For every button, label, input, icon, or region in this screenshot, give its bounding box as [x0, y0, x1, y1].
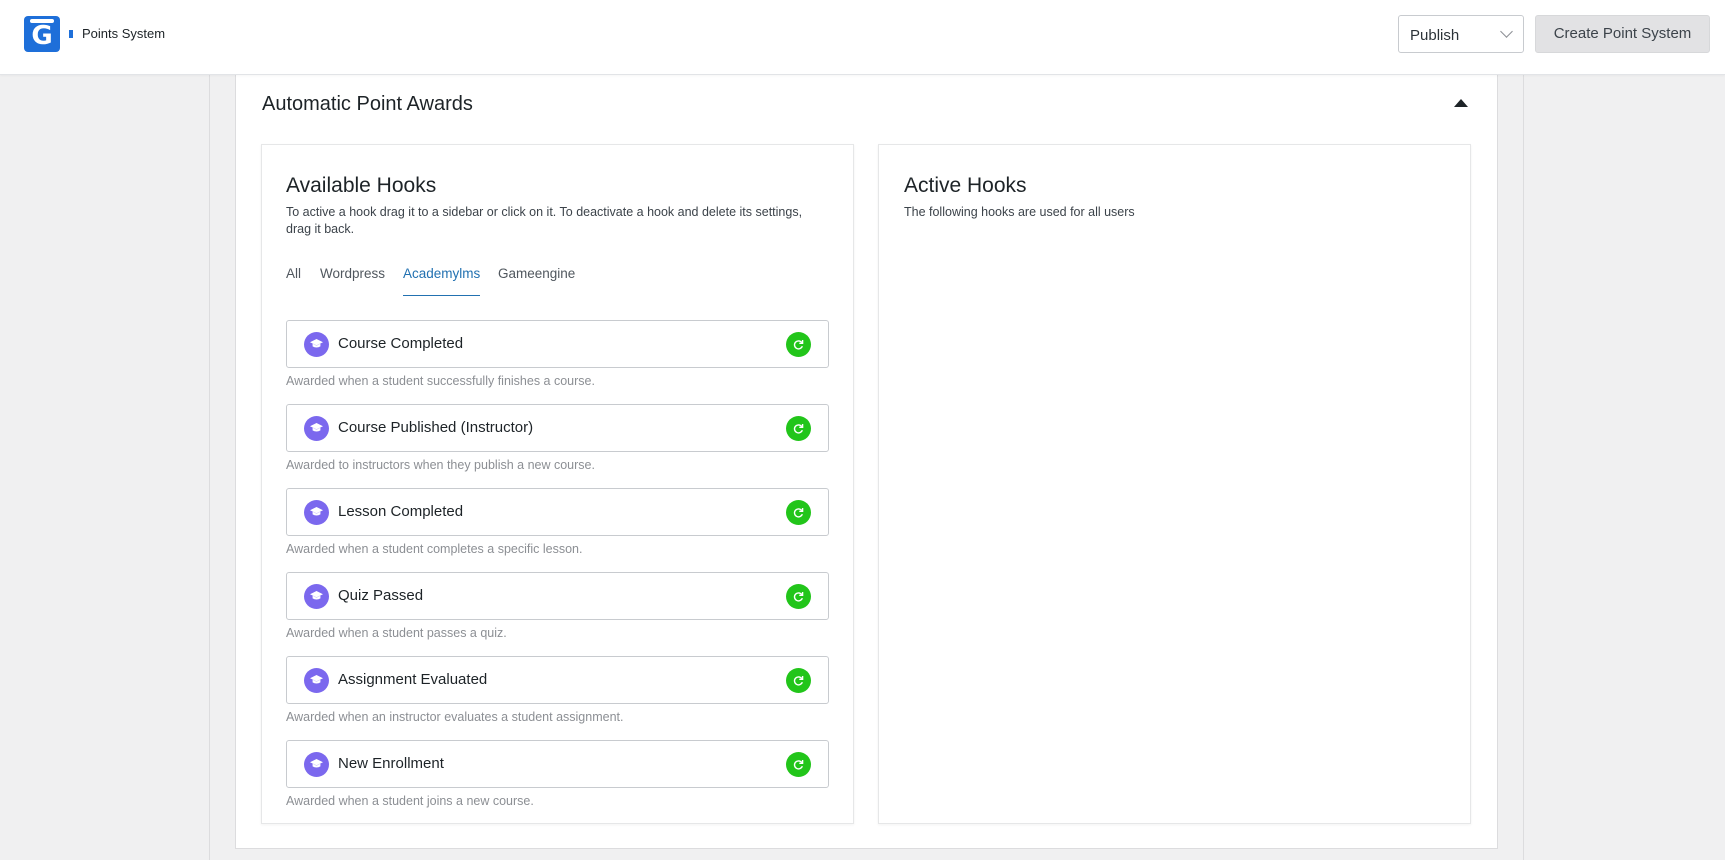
- hook-item-course-completed[interactable]: Course Completed: [286, 320, 829, 368]
- redo-arrow-icon[interactable]: [786, 584, 811, 609]
- hook-description: Awarded when a student passes a quiz.: [286, 626, 507, 640]
- redo-arrow-icon[interactable]: [786, 416, 811, 441]
- breadcrumb[interactable]: Points System: [82, 26, 165, 41]
- publish-select-value: Publish: [1410, 27, 1460, 44]
- hook-description: Awarded when an instructor evaluates a s…: [286, 710, 624, 724]
- redo-arrow-icon[interactable]: [786, 332, 811, 357]
- hook-item-quiz-passed[interactable]: Quiz Passed: [286, 572, 829, 620]
- graduation-cap-icon: [304, 752, 329, 777]
- redo-arrow-icon[interactable]: [786, 752, 811, 777]
- hook-name: Course Published (Instructor): [338, 419, 534, 436]
- hook-name: Course Completed: [338, 335, 464, 352]
- available-hooks-title: Available Hooks: [286, 174, 437, 197]
- active-hooks-description: The following hooks are used for all use…: [904, 205, 1135, 219]
- section-title: Automatic Point Awards: [262, 93, 473, 115]
- hook-description: Awarded when a student joins a new cours…: [286, 794, 534, 808]
- hook-item-course-published[interactable]: Course Published (Instructor): [286, 404, 829, 452]
- hook-name: Quiz Passed: [338, 587, 424, 604]
- hook-name: Assignment Evaluated: [338, 671, 488, 688]
- breadcrumb-marker: [69, 30, 73, 38]
- tab-wordpress[interactable]: Wordpress: [320, 266, 385, 296]
- hook-item-assignment-evaluated[interactable]: Assignment Evaluated: [286, 656, 829, 704]
- tab-all[interactable]: All: [286, 266, 301, 296]
- hook-name: Lesson Completed: [338, 503, 464, 520]
- logo-glyph: G: [31, 21, 53, 51]
- hook-description: Awarded when a student successfully fini…: [286, 374, 595, 388]
- caret-up-icon[interactable]: [1454, 99, 1468, 107]
- hook-description: Awarded to instructors when they publish…: [286, 458, 595, 472]
- hook-item-lesson-completed[interactable]: Lesson Completed: [286, 488, 829, 536]
- tab-gameengine[interactable]: Gameengine: [498, 266, 575, 296]
- hook-item-new-enrollment[interactable]: New Enrollment: [286, 740, 829, 788]
- app-logo[interactable]: G: [24, 16, 60, 52]
- chevron-down-icon: [1500, 25, 1513, 38]
- publish-select[interactable]: Publish: [1398, 15, 1524, 53]
- top-bar: G Points System Publish Create Point Sys…: [0, 0, 1725, 75]
- graduation-cap-icon: [304, 500, 329, 525]
- graduation-cap-icon: [304, 332, 329, 357]
- create-point-system-button[interactable]: Create Point System: [1535, 15, 1710, 53]
- graduation-cap-icon: [304, 416, 329, 441]
- graduation-cap-icon: [304, 584, 329, 609]
- available-hooks-description: To active a hook drag it to a sidebar or…: [286, 205, 803, 236]
- tab-academylms[interactable]: Academylms: [403, 266, 481, 296]
- hook-name: New Enrollment: [338, 755, 444, 772]
- redo-arrow-icon[interactable]: [786, 668, 811, 693]
- graduation-cap-icon: [304, 668, 329, 693]
- active-hooks-title: Active Hooks: [904, 174, 1027, 197]
- hook-description: Awarded when a student completes a speci…: [286, 542, 583, 556]
- redo-arrow-icon[interactable]: [786, 500, 811, 525]
- active-hooks-panel[interactable]: [878, 144, 1471, 824]
